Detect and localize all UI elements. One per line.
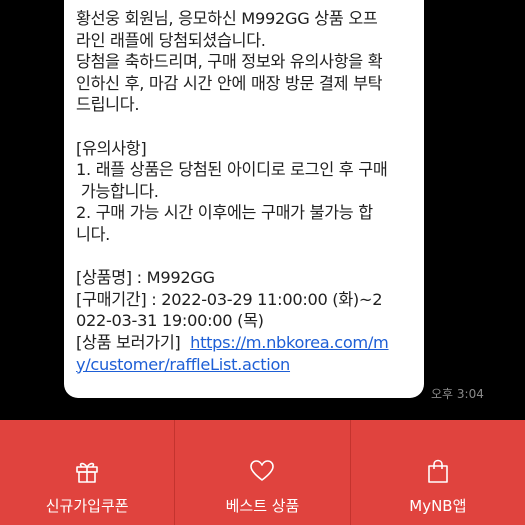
product-link-line: [상품 보러가기] https://m.nbkorea.com/m bbox=[76, 332, 412, 354]
message-line: [상품명] : M992GG bbox=[76, 268, 215, 288]
heart-icon bbox=[250, 460, 275, 481]
shopping-bag-icon bbox=[428, 459, 448, 483]
product-link-line: y/customer/raffleList.action bbox=[76, 354, 412, 376]
tab-label: MyNB앱 bbox=[409, 497, 467, 515]
product-link-continued[interactable]: y/customer/raffleList.action bbox=[76, 355, 290, 374]
message-bubble: 황선웅 회원님, 응모하신 M992GG 상품 오프 라인 래플에 당첨되셨습니… bbox=[64, 0, 424, 398]
bottom-tab-bar: 신규가입쿠폰 베스트 상품 MyNB앱 bbox=[0, 420, 525, 525]
message-line: 인하신 후, 마감 시간 안에 매장 방문 결제 부탁 bbox=[76, 73, 383, 93]
message-line: 가능합니다. bbox=[76, 181, 159, 201]
message-line bbox=[76, 116, 412, 138]
tab-label: 신규가입쿠폰 bbox=[45, 497, 129, 515]
message-line: [구매기간] : 2022-03-29 11:00:00 (화)~2 bbox=[76, 289, 383, 309]
message-line: 니다. bbox=[76, 224, 111, 244]
tab-signup-coupon[interactable]: 신규가입쿠폰 bbox=[0, 420, 174, 525]
message-line: 황선웅 회원님, 응모하신 M992GG 상품 오프 bbox=[76, 9, 378, 28]
message-line: 1. 래플 상품은 당첨된 아이디로 로그인 후 구매 bbox=[76, 160, 388, 180]
message-line: 드립니다. bbox=[76, 95, 140, 115]
product-link[interactable]: https://m.nbkorea.com/m bbox=[190, 333, 389, 352]
chat-area: 황선웅 회원님, 응모하신 M992GG 상품 오프 라인 래플에 당첨되셨습니… bbox=[0, 0, 525, 420]
tab-mynb-app[interactable]: MyNB앱 bbox=[349, 420, 525, 525]
message-line: [유의사항] bbox=[76, 138, 147, 158]
product-link-label: [상품 보러가기] bbox=[76, 332, 191, 352]
tab-label: 베스트 상품 bbox=[225, 497, 300, 515]
message-timestamp: 오후 3:04 bbox=[431, 387, 484, 401]
tab-best-products[interactable]: 베스트 상품 bbox=[174, 420, 349, 525]
message-line: 022-03-31 19:00:00 (목) bbox=[76, 311, 264, 331]
message-line: 2. 구매 가능 시간 이후에는 구매가 불가능 합 bbox=[76, 203, 373, 223]
message-line bbox=[76, 246, 412, 268]
gift-icon bbox=[76, 462, 98, 483]
message-line: 당첨을 축하드리며, 구매 정보와 유의사항을 확 bbox=[76, 52, 383, 72]
message-line: 라인 래플에 당첨되셨습니다. bbox=[76, 30, 266, 50]
